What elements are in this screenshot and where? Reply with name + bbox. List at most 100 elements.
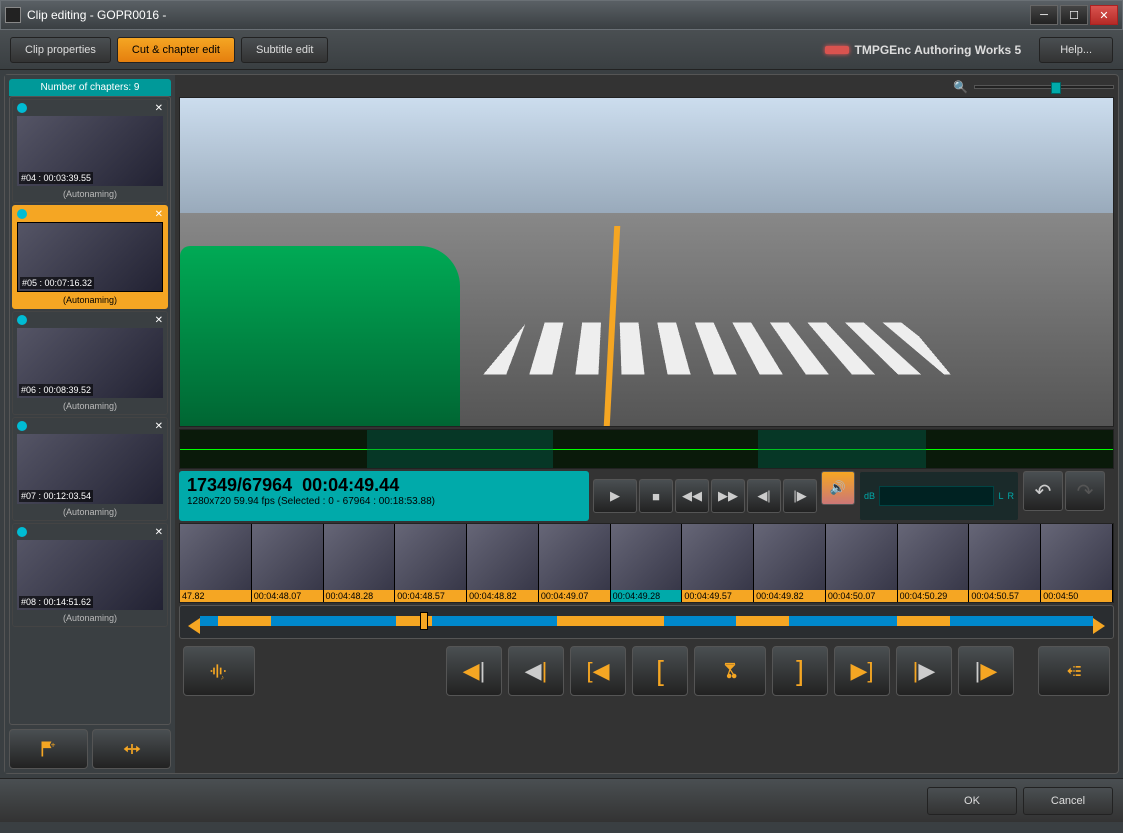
subtitle-edit-tab[interactable]: Subtitle edit <box>241 37 328 63</box>
remove-chapter-icon[interactable]: ✕ <box>155 103 163 114</box>
help-button[interactable]: Help... <box>1039 37 1113 63</box>
filmstrip-timecode: 00:04:48.57 <box>395 590 466 602</box>
audio-sync-button[interactable]: ♪ <box>183 646 255 696</box>
remove-chapter-icon[interactable]: ✕ <box>155 527 163 538</box>
chapter-name: (Autonaming) <box>15 188 165 200</box>
clip-properties-tab[interactable]: Clip properties <box>10 37 111 63</box>
main-area: Number of chapters: 9 ✕#04 : 00:03:39.55… <box>4 74 1119 774</box>
in-point-handle[interactable] <box>188 618 200 634</box>
dialog-footer: OK Cancel <box>0 778 1123 822</box>
play-button[interactable]: ▶ <box>593 479 637 513</box>
mark-in-button[interactable]: [ <box>632 646 688 696</box>
chapter-thumbnail: #04 : 00:03:39.55 <box>17 116 163 186</box>
fast-forward-button[interactable]: ▶▶ <box>711 479 745 513</box>
chapter-timecode: #06 : 00:08:39.52 <box>19 384 93 396</box>
filmstrip-frame[interactable]: 00:04:50 <box>1041 524 1113 602</box>
channel-l-label: L <box>998 491 1003 501</box>
filmstrip-frame[interactable]: 00:04:48.57 <box>395 524 467 602</box>
mark-in-prev-button[interactable]: [◀ <box>570 646 626 696</box>
edit-toolbar: ♪ ◀| ◀| [◀ [ ] ▶] |▶ |▶ <box>179 641 1114 701</box>
filmstrip-frame[interactable]: 47.82 <box>180 524 252 602</box>
chapter-list[interactable]: ✕ #04 : 00:03:39.55 (Autonaming) ✕ #05 : 00:… <box>9 96 171 725</box>
audio-toggle-button[interactable]: 🔊 <box>821 471 855 505</box>
chapter-list-button[interactable] <box>1038 646 1110 696</box>
cancel-button[interactable]: Cancel <box>1023 787 1113 815</box>
volume-meter: dB L R <box>859 471 1019 521</box>
top-toolbar: Clip properties Cut & chapter edit Subti… <box>0 30 1123 70</box>
filmstrip[interactable]: 47.8200:04:48.0700:04:48.2800:04:48.5700… <box>179 523 1114 603</box>
zoom-control: 🔍 <box>179 79 1114 95</box>
chapter-sidebar: Number of chapters: 9 ✕#04 : 00:03:39.55… <box>5 75 175 773</box>
prev-edit-button[interactable]: ◀| <box>446 646 502 696</box>
remove-chapter-icon[interactable]: ✕ <box>155 421 163 432</box>
remove-chapter-icon[interactable]: ✕ <box>155 209 163 220</box>
step-back-button[interactable]: ◀| <box>747 479 781 513</box>
flag-plus-icon: + <box>39 739 59 759</box>
maximize-button[interactable]: ☐ <box>1060 5 1088 25</box>
filmstrip-timecode: 00:04:49.82 <box>754 590 825 602</box>
title-bar: Clip editing - GOPR0016 - ─ ☐ ✕ <box>0 0 1123 30</box>
filmstrip-timecode: 00:04:50 <box>1041 590 1112 602</box>
filmstrip-frame[interactable]: 00:04:48.28 <box>324 524 396 602</box>
filmstrip-frame[interactable]: 00:04:50.07 <box>826 524 898 602</box>
cut-chapter-edit-tab[interactable]: Cut & chapter edit <box>117 37 235 63</box>
close-button[interactable]: ✕ <box>1090 5 1118 25</box>
minimize-button[interactable]: ─ <box>1030 5 1058 25</box>
cut-button[interactable] <box>694 646 766 696</box>
globe-icon <box>17 527 27 537</box>
svg-text:♪: ♪ <box>221 674 224 681</box>
timeline-track[interactable] <box>179 605 1114 639</box>
video-preview[interactable] <box>179 97 1114 427</box>
globe-icon <box>17 103 27 113</box>
rewind-button[interactable]: ◀◀ <box>675 479 709 513</box>
chapter-timecode: #07 : 00:12:03.54 <box>19 490 93 502</box>
next-frame-button[interactable]: |▶ <box>896 646 952 696</box>
app-icon <box>5 7 21 23</box>
timecode-panel: 17349/67964 00:04:49.44 1280x720 59.94 f… <box>179 471 589 521</box>
mark-out-button[interactable]: ] <box>772 646 828 696</box>
chapter-timecode: #04 : 00:03:39.55 <box>19 172 93 184</box>
filmstrip-frame[interactable]: 00:04:49.07 <box>539 524 611 602</box>
window-title: Clip editing - GOPR0016 - <box>27 8 1030 22</box>
chapter-thumbnail: #08 : 00:14:51.62 <box>17 540 163 610</box>
filmstrip-frame[interactable]: 00:04:50.29 <box>898 524 970 602</box>
chapter-item[interactable]: ✕ #07 : 00:12:03.54 (Autonaming) <box>12 417 168 521</box>
chapter-item[interactable]: ✕#06 : 00:08:39.52(Autonaming) <box>12 311 168 415</box>
filmstrip-timecode: 00:04:49.28 <box>611 590 682 602</box>
chapter-thumbnail: #07 : 00:12:03.54 <box>17 434 163 504</box>
chapter-name: (Autonaming) <box>15 506 165 518</box>
record-led-icon <box>825 46 849 54</box>
redo-button[interactable]: ↷ <box>1065 471 1105 511</box>
filmstrip-frame[interactable]: 00:04:49.57 <box>682 524 754 602</box>
mark-out-next-button[interactable]: ▶] <box>834 646 890 696</box>
remove-chapter-icon[interactable]: ✕ <box>155 315 163 326</box>
channel-r-label: R <box>1008 491 1015 501</box>
zoom-icon: 🔍 <box>953 80 968 94</box>
add-chapter-button[interactable]: + <box>9 729 88 769</box>
filmstrip-frame[interactable]: 00:04:50.57 <box>969 524 1041 602</box>
out-point-handle[interactable] <box>1093 618 1105 634</box>
stop-button[interactable]: ■ <box>639 479 673 513</box>
filmstrip-timecode: 00:04:48.07 <box>252 590 323 602</box>
zoom-slider[interactable] <box>974 85 1114 89</box>
prev-frame-button[interactable]: ◀| <box>508 646 564 696</box>
split-chapter-button[interactable] <box>92 729 171 769</box>
filmstrip-timecode: 00:04:49.07 <box>539 590 610 602</box>
split-arrows-icon <box>122 739 142 759</box>
chapter-item[interactable]: ✕ #04 : 00:03:39.55 (Autonaming) <box>12 99 168 203</box>
filmstrip-frame[interactable]: 00:04:49.28 <box>611 524 683 602</box>
next-edit-button[interactable]: |▶ <box>958 646 1014 696</box>
ok-button[interactable]: OK <box>927 787 1017 815</box>
filmstrip-frame[interactable]: 00:04:49.82 <box>754 524 826 602</box>
audio-waveform[interactable] <box>179 429 1114 469</box>
chapter-item[interactable]: ✕ #05 : 00:07:16.32 (Autonaming) <box>12 205 168 309</box>
step-forward-button[interactable]: |▶ <box>783 479 817 513</box>
filmstrip-frame[interactable]: 00:04:48.07 <box>252 524 324 602</box>
filmstrip-frame[interactable]: 00:04:48.82 <box>467 524 539 602</box>
chapter-name: (Autonaming) <box>15 294 165 306</box>
chapter-item[interactable]: ✕#08 : 00:14:51.62(Autonaming) <box>12 523 168 627</box>
chapter-thumbnail: #05 : 00:07:16.32 <box>17 222 163 292</box>
playhead[interactable] <box>420 612 428 630</box>
undo-button[interactable]: ↶ <box>1023 471 1063 511</box>
svg-text:+: + <box>50 739 55 749</box>
